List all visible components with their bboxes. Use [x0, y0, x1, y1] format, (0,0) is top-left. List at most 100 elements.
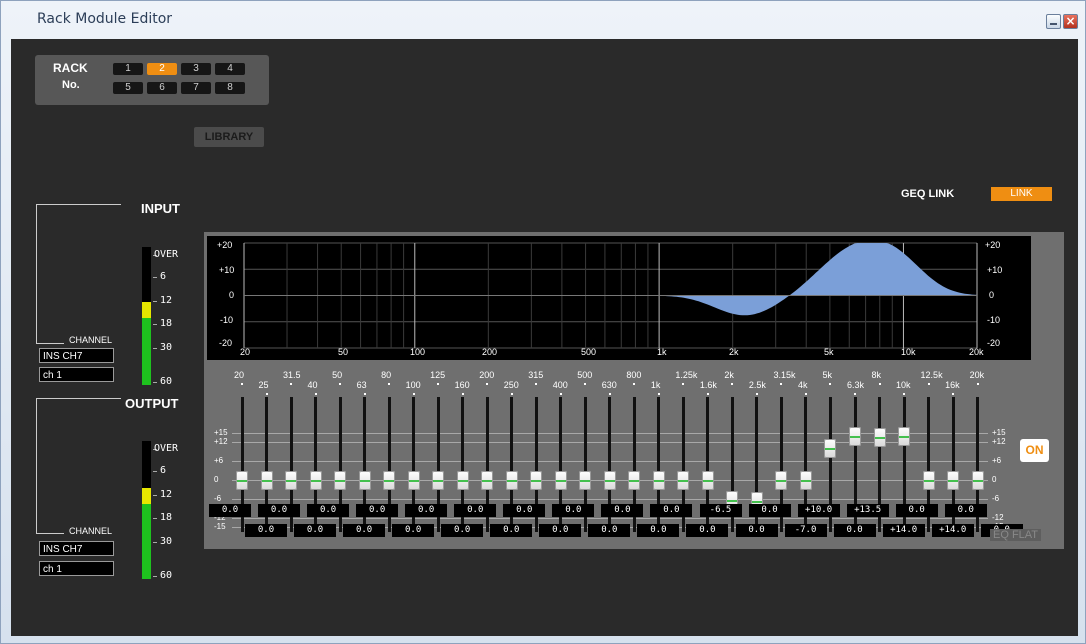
rack-button-7[interactable]: 7: [181, 82, 211, 94]
band-gain-value-even[interactable]: 0.0: [833, 524, 876, 537]
meter-tick: [153, 277, 157, 278]
band-fader-5k[interactable]: [824, 439, 837, 459]
band-gain-value-even[interactable]: 0.0: [343, 524, 386, 537]
band-freq-tick: [314, 393, 317, 395]
band-gain-value-odd[interactable]: 0.0: [454, 504, 497, 517]
band-gain-value-even[interactable]: 0.0: [686, 524, 729, 537]
band-fader-31.5[interactable]: [285, 470, 298, 490]
band-fader-160[interactable]: [456, 470, 469, 490]
band-gain-value-even[interactable]: 0.0: [735, 524, 778, 537]
band-gain-value-odd[interactable]: +13.5: [846, 504, 889, 517]
band-gain-value-even[interactable]: 0.0: [588, 524, 631, 537]
band-fader-100[interactable]: [407, 470, 420, 490]
rack-button-5[interactable]: 5: [113, 82, 143, 94]
band-freq-tick: [878, 383, 881, 385]
band-gain-value-odd[interactable]: 0.0: [209, 504, 251, 517]
band-gain-value-odd[interactable]: 0.0: [601, 504, 644, 517]
band-gain-value-odd[interactable]: 0.0: [307, 504, 350, 517]
library-button[interactable]: LIBRARY: [194, 127, 264, 147]
band-fader-40[interactable]: [309, 470, 322, 490]
band-fader-20k[interactable]: [971, 470, 984, 490]
band-fader-63[interactable]: [358, 470, 371, 490]
rack-button-2[interactable]: 2: [147, 63, 177, 75]
band-gain-value-even[interactable]: 0.0: [245, 524, 287, 537]
band-fader-12.5k[interactable]: [922, 470, 935, 490]
band-fader-16k[interactable]: [947, 470, 960, 490]
graph-db-label: +20: [217, 240, 233, 250]
input-meter-green: [142, 318, 151, 385]
band-gain-value-even[interactable]: 0.0: [392, 524, 435, 537]
band-gain-value-odd[interactable]: +10.0: [797, 504, 840, 517]
band-freq-tick: [559, 393, 562, 395]
close-button[interactable]: ×: [1063, 14, 1078, 29]
band-gain-value-odd[interactable]: 0.0: [503, 504, 546, 517]
band-fader-125[interactable]: [432, 470, 445, 490]
band-fader-50[interactable]: [334, 470, 347, 490]
rack-button-8[interactable]: 8: [215, 82, 245, 94]
band-freq-label: 16k: [945, 380, 960, 390]
band-gain-value-even[interactable]: 0.0: [539, 524, 582, 537]
graph-db-label: +10: [219, 265, 235, 275]
band-fader-1k[interactable]: [652, 470, 665, 490]
output-source-display[interactable]: ch 1: [39, 561, 114, 576]
input-source-display[interactable]: ch 1: [39, 367, 114, 382]
output-meter-label-30: 30: [160, 536, 173, 547]
band-gain-value-even[interactable]: +14.0: [931, 524, 974, 537]
rack-button-4[interactable]: 4: [215, 63, 245, 75]
output-channel-display[interactable]: INS CH7: [39, 541, 114, 556]
title-bar[interactable]: Rack Module Editor ×: [1, 1, 1085, 39]
band-fader-800[interactable]: [628, 470, 641, 490]
meter-tick: [153, 542, 157, 543]
band-gain-value-even[interactable]: 0.0: [637, 524, 680, 537]
window-title: Rack Module Editor: [37, 11, 173, 27]
output-meter: OVER 6 12 18 30 60: [142, 441, 182, 581]
band-gain-value-odd[interactable]: 0.0: [895, 504, 938, 517]
band-gain-value-odd[interactable]: 0.0: [356, 504, 399, 517]
band-fader-200[interactable]: [481, 470, 494, 490]
band-fader-250[interactable]: [505, 470, 518, 490]
geq-link-button[interactable]: LINK: [991, 187, 1052, 201]
rack-no-label: No.: [62, 79, 80, 91]
band-freq-tick: [682, 383, 685, 385]
rack-button-3[interactable]: 3: [181, 63, 211, 75]
output-bracket-bottom: [36, 533, 64, 534]
band-gain-value-odd[interactable]: 0.0: [405, 504, 448, 517]
band-fader-25[interactable]: [260, 470, 273, 490]
output-meter-label-over: OVER: [154, 443, 179, 454]
band-fader-80[interactable]: [383, 470, 396, 490]
graph-db-label: -10: [220, 315, 234, 325]
band-gain-value-odd[interactable]: 0.0: [258, 504, 301, 517]
band-fader-1.25k[interactable]: [677, 470, 690, 490]
band-fader-400[interactable]: [554, 470, 567, 490]
minimize-button[interactable]: [1046, 14, 1061, 29]
band-gain-value-even[interactable]: -7.0: [784, 524, 827, 537]
band-gain-value-odd[interactable]: 0.0: [650, 504, 693, 517]
band-gain-value-odd[interactable]: 0.0: [552, 504, 595, 517]
band-freq-tick: [976, 383, 979, 385]
band-fader-630[interactable]: [603, 470, 616, 490]
band-fader-1.6k[interactable]: [701, 470, 714, 490]
band-fader-500[interactable]: [579, 470, 592, 490]
band-freq-label: 500: [577, 370, 593, 380]
band-gain-value-even[interactable]: 0.0: [490, 524, 533, 537]
band-freq-label: 125: [430, 370, 446, 380]
eq-flat-button[interactable]: EQ FLAT: [990, 529, 1042, 541]
band-fader-6.3k[interactable]: [849, 426, 861, 446]
rack-button-6[interactable]: 6: [147, 82, 177, 94]
band-fader-315[interactable]: [530, 470, 543, 490]
input-channel-display[interactable]: INS CH7: [39, 348, 114, 363]
band-gain-value-odd[interactable]: 0.0: [944, 504, 987, 517]
band-gain-value-even[interactable]: +14.0: [882, 524, 925, 537]
band-gain-value-odd[interactable]: -6.5: [699, 504, 742, 517]
band-fader-3.15k[interactable]: [775, 470, 788, 490]
band-fader-10k[interactable]: [898, 426, 911, 446]
eq-on-button[interactable]: ON: [1020, 439, 1049, 462]
band-fader-20[interactable]: [236, 470, 248, 490]
band-fader-8k[interactable]: [873, 428, 886, 448]
close-icon: ×: [1065, 14, 1076, 28]
band-gain-value-even[interactable]: 0.0: [294, 524, 337, 537]
rack-button-1[interactable]: 1: [113, 63, 143, 75]
band-gain-value-odd[interactable]: 0.0: [748, 504, 791, 517]
band-fader-4k[interactable]: [799, 470, 812, 490]
band-gain-value-even[interactable]: 0.0: [441, 524, 484, 537]
